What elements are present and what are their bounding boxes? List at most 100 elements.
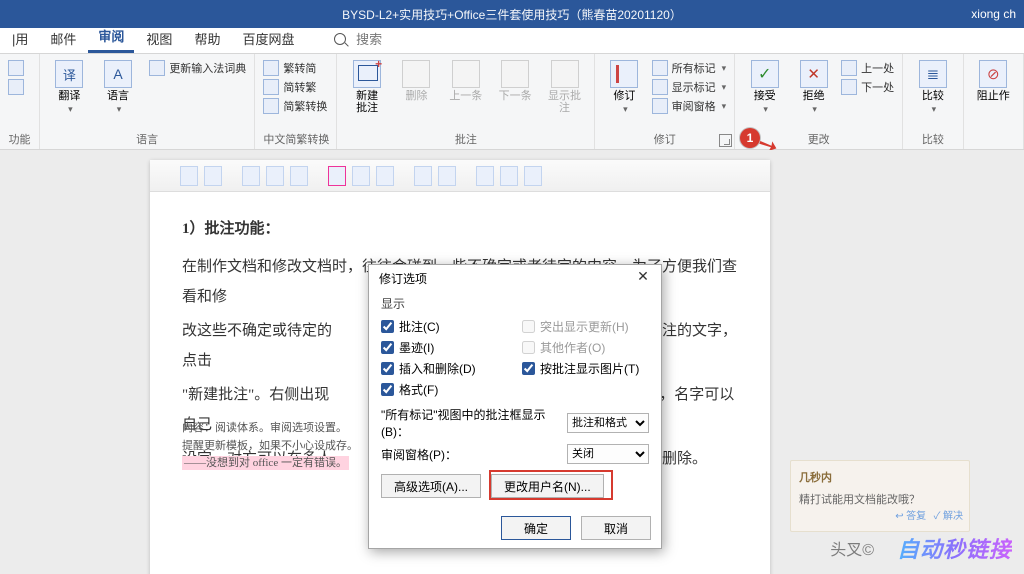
show-markup-dropdown[interactable]: 显示标记▾	[652, 79, 727, 95]
markup-view-dropdown[interactable]: 所有标记▾	[652, 60, 727, 76]
ck-other-authors: 其他作者(O)	[522, 339, 649, 356]
ime-icon	[149, 60, 165, 76]
ck-ink-input[interactable]	[381, 341, 394, 354]
comment-author: 几秒内	[799, 467, 961, 489]
dialog-ok-button[interactable]: 确定	[501, 516, 571, 540]
ck-comments[interactable]: 批注(C)	[381, 318, 508, 335]
new-comment-icon	[353, 60, 381, 88]
prev-comment-button[interactable]: 上一条	[444, 60, 487, 102]
search-placeholder: 搜索	[356, 32, 382, 47]
compare-button[interactable]: 比较▾	[911, 60, 954, 115]
title-bar: BYSD-L2+实用技巧+Office三件套使用技巧（熊春苗20201120） …	[0, 0, 1024, 28]
doc-footnotes: 内容：阅读体系。审阅选项设置。 提醒更新模板，如果不小心设成存。 ——没想到对 …	[182, 420, 358, 473]
update-ime-button[interactable]: 更新输入法词典	[149, 60, 246, 76]
track-changes-icon	[610, 60, 638, 88]
show-markup-icon	[652, 79, 668, 95]
group-label-proof: 功能	[8, 131, 31, 149]
markup-view-icon	[652, 60, 668, 76]
doc-heading: 1）批注功能：	[182, 214, 746, 244]
balloon-label: "所有标记"视图中的批注框显示(B)：	[381, 406, 561, 440]
watermark-text: 自动秒链接	[897, 532, 1012, 564]
tab-help[interactable]: 帮助	[184, 25, 230, 53]
group-label-language: 语言	[48, 131, 246, 149]
dialog-section-show: 显示	[381, 295, 649, 312]
pane-select[interactable]: 关闭	[567, 444, 649, 464]
ck-format-input[interactable]	[381, 383, 394, 396]
reviewing-pane-icon	[652, 98, 668, 114]
show-comments-button[interactable]: 显示批注	[543, 60, 586, 114]
group-proofing-partial: 功能	[0, 54, 40, 149]
tracking-dialog-launcher[interactable]	[719, 134, 732, 147]
group-protect: 阻止作	[964, 54, 1024, 149]
group-tracking: 修订▾ 所有标记▾ 显示标记▾ 审阅窗格▾ 修订	[595, 54, 735, 149]
delete-comment-button[interactable]: 删除	[395, 60, 438, 102]
language-button[interactable]: 语言▾	[97, 60, 140, 115]
track-changes-button[interactable]: 修订▾	[603, 60, 645, 115]
prev-comment-icon	[452, 60, 480, 88]
ck-other-input	[522, 341, 535, 354]
prev-change-icon	[841, 60, 857, 76]
ck-comments-input[interactable]	[381, 320, 394, 333]
group-label-tracking: 修订	[603, 131, 726, 149]
ck-highlight-input	[522, 320, 535, 333]
reject-button[interactable]: 拒绝▾	[792, 60, 835, 115]
dialog-titlebar[interactable]: 修订选项 ✕	[369, 265, 661, 291]
group-language: 翻译▾ 语言▾ 更新输入法词典 语言	[40, 54, 255, 149]
block-icon	[979, 60, 1007, 88]
ck-ins-del[interactable]: 插入和删除(D)	[381, 360, 508, 377]
comment-balloon[interactable]: 几秒内 精打试能用文档能改哦？ ↩ 答复 ✓ 解决	[790, 460, 970, 532]
group-label-comments: 批注	[345, 131, 586, 149]
tab-mail[interactable]: 邮件	[40, 25, 86, 53]
group-cjk: 繁转简 简转繁 简繁转换 中文简繁转换	[255, 54, 337, 149]
new-comment-button[interactable]: 新建 批注	[345, 60, 388, 114]
cjk-convert-icon	[263, 98, 279, 114]
group-label-cjk: 中文简繁转换	[263, 131, 328, 149]
accept-icon	[751, 60, 779, 88]
dialog-title: 修订选项	[379, 270, 427, 287]
pane-label: 审阅窗格(P)：	[381, 446, 561, 463]
comment-resolve-button[interactable]: ✓ 解决	[934, 511, 963, 522]
reject-icon	[800, 60, 828, 88]
block-authors-button[interactable]: 阻止作	[972, 60, 1015, 102]
balloon-select[interactable]: 批注和格式	[567, 413, 649, 433]
advanced-options-button[interactable]: 高级选项(A)...	[381, 474, 481, 498]
next-change-button[interactable]: 下一处	[841, 79, 894, 95]
simp-to-trad-button[interactable]: 简转繁	[263, 79, 327, 95]
dialog-cancel-button[interactable]: 取消	[581, 516, 651, 540]
dialog-close-button[interactable]: ✕	[631, 268, 655, 288]
ck-ink[interactable]: 墨迹(I)	[381, 339, 508, 356]
btn-proof-a[interactable]	[8, 60, 24, 76]
ck-pictures[interactable]: 按批注显示图片(T)	[522, 360, 649, 377]
translate-button[interactable]: 翻译▾	[48, 60, 91, 115]
change-username-button[interactable]: 更改用户名(N)...	[491, 474, 604, 498]
document-title: BYSD-L2+实用技巧+Office三件套使用技巧（熊春苗20201120）	[342, 6, 682, 23]
ck-insdel-input[interactable]	[381, 362, 394, 375]
tab-baidu[interactable]: 百度网盘	[232, 25, 304, 53]
group-compare: 比较▾ 比较	[903, 54, 963, 149]
watermark-prefix: 头叉©	[830, 536, 874, 560]
accept-button[interactable]: 接受▾	[743, 60, 786, 115]
cjk-convert-button[interactable]: 简繁转换	[263, 98, 327, 114]
btn-proof-b[interactable]	[8, 79, 24, 95]
language-icon	[104, 60, 132, 88]
prev-change-button[interactable]: 上一处	[841, 60, 894, 76]
reviewing-pane-dropdown[interactable]: 审阅窗格▾	[652, 98, 727, 114]
search-icon	[334, 33, 346, 45]
group-label-protect	[972, 135, 1015, 149]
tab-reference-partial[interactable]: |用	[2, 25, 38, 53]
ribbon: 功能 翻译▾ 语言▾ 更新输入法词典 语言 繁转简 简转繁 简繁转换 中文简繁转…	[0, 54, 1024, 150]
ribbon-tabs: |用 邮件 审阅 视图 帮助 百度网盘 搜索	[0, 28, 1024, 54]
tracking-options-dialog: 修订选项 ✕ 显示 批注(C) 突出显示更新(H) 墨迹(I) 其他作者(O) …	[368, 264, 662, 549]
trad-to-simp-button[interactable]: 繁转简	[263, 60, 327, 76]
comment-reply-button[interactable]: ↩ 答复	[895, 511, 926, 522]
ck-formatting[interactable]: 格式(F)	[381, 381, 508, 398]
ck-pic-input[interactable]	[522, 362, 535, 375]
translate-icon	[55, 60, 83, 88]
show-comments-icon	[551, 60, 579, 88]
tab-view[interactable]: 视图	[136, 25, 182, 53]
next-change-icon	[841, 79, 857, 95]
next-comment-button[interactable]: 下一条	[493, 60, 536, 102]
search-box[interactable]: 搜索	[324, 25, 392, 53]
delete-comment-icon	[402, 60, 430, 88]
simp-trad-icon	[263, 79, 279, 95]
